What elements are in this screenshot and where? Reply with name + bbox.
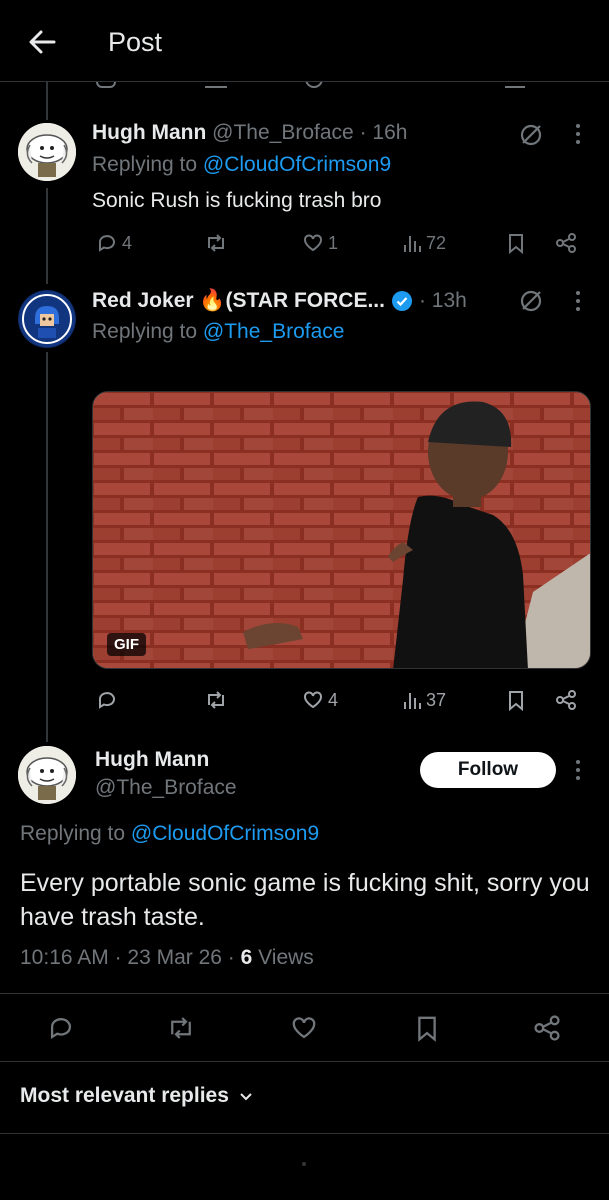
avatar[interactable] [18,746,76,804]
view-count: 72 [426,232,447,253]
repost-button[interactable] [204,232,228,254]
repost-icon [208,691,224,709]
reply-button[interactable] [47,1014,75,1042]
author-handle[interactable]: @The_Broface [95,776,237,800]
author-name[interactable]: Hugh Mann [92,121,206,144]
bookmark-button[interactable] [506,689,526,711]
reply-count: 4 [122,232,133,253]
post-meta: 10:16 AM · 23 Mar 26 · 6 Views [20,946,314,970]
replying-to: Replying to @CloudOfCrimson9 [20,822,320,845]
timestamp[interactable]: · 13h [419,289,467,313]
top-bar: Post [0,0,609,82]
reply-icon [50,1018,71,1039]
more-options-icon[interactable] [568,122,588,146]
repost-icon [208,234,224,252]
brick-wall-gif-image [93,392,590,668]
divider [0,993,609,994]
repost-button[interactable] [166,1014,196,1042]
follow-button[interactable]: Follow [420,752,556,788]
bookmark-button[interactable] [506,232,526,254]
heart-icon [304,691,322,709]
replying-to-link[interactable]: @CloudOfCrimson9 [131,822,319,845]
tweet-header: Hugh Mann @The_Broface · 16h [92,121,407,145]
gif-badge: GIF [107,633,146,656]
replying-to-link[interactable]: @CloudOfCrimson9 [203,153,391,176]
replying-to: Replying to @The_Broface [92,320,345,343]
divider [0,1061,609,1062]
analytics-icon [404,236,421,252]
author-name[interactable]: Hugh Mann [95,748,209,772]
like-button[interactable] [290,1014,318,1042]
view-count: 37 [426,689,447,710]
thread-line [46,82,48,120]
loading-dot [302,1162,306,1166]
views-button[interactable]: 37 [402,689,446,711]
post-text: Every portable sonic game is fucking shi… [20,869,590,931]
like-count: 1 [328,232,339,253]
page-title: Post [108,27,163,57]
back-arrow-icon[interactable] [22,22,62,62]
reply-button[interactable]: 4 [96,232,132,254]
grok-icon[interactable] [518,122,544,148]
repost-icon [171,1017,191,1039]
grok-icon[interactable] [518,288,544,314]
avatar[interactable] [18,123,76,181]
replying-to-link[interactable]: @The_Broface [203,320,345,343]
like-button[interactable]: 1 [302,232,338,254]
reply-icon [99,692,115,709]
reply-icon [99,235,115,252]
timestamp[interactable]: · 16h [360,121,408,144]
replies-sort-dropdown[interactable]: Most relevant replies [20,1084,255,1108]
gif-media[interactable]: GIF [92,391,591,669]
avatar[interactable] [18,290,76,348]
author-handle[interactable]: @The_Broface [212,121,354,144]
replying-to: Replying to @CloudOfCrimson9 [92,153,392,176]
bookmark-icon [509,234,523,254]
like-count: 4 [328,689,339,710]
replies-sort-label: Most relevant replies [20,1084,229,1107]
thread-line [46,352,48,742]
tweet-header: Red Joker 🔥(STAR FORCE... · 13h [92,289,467,313]
views-label: Views [258,946,314,969]
bookmark-button[interactable] [414,1014,440,1042]
heart-icon [304,234,322,252]
author-name[interactable]: Red Joker 🔥(STAR FORCE... [92,289,385,313]
verified-badge-icon [391,290,413,312]
analytics-icon [404,693,421,709]
like-button[interactable]: 4 [302,689,338,711]
heart-icon [292,1017,316,1039]
share-button[interactable] [555,689,577,711]
share-button[interactable] [533,1014,561,1042]
post-time[interactable]: 10:16 AM [20,946,109,969]
bookmark-icon [418,1016,436,1042]
repost-button[interactable] [204,689,228,711]
previous-tweet-actions-clipped [0,82,609,94]
reply-button[interactable] [96,689,118,711]
thread-line [46,188,48,284]
chevron-down-icon [240,1093,252,1101]
share-button[interactable] [555,232,577,254]
views-button[interactable]: 72 [402,232,446,254]
share-icon [556,233,576,253]
more-options-icon[interactable] [568,758,588,782]
divider [0,1133,609,1134]
bookmark-icon [509,691,523,711]
share-icon [556,690,576,710]
more-options-icon[interactable] [568,289,588,313]
share-icon [534,1015,560,1041]
tweet-text: Sonic Rush is fucking trash bro [92,189,382,212]
post-date: · 23 Mar 26 · [114,946,235,969]
views-count: 6 [240,946,253,969]
